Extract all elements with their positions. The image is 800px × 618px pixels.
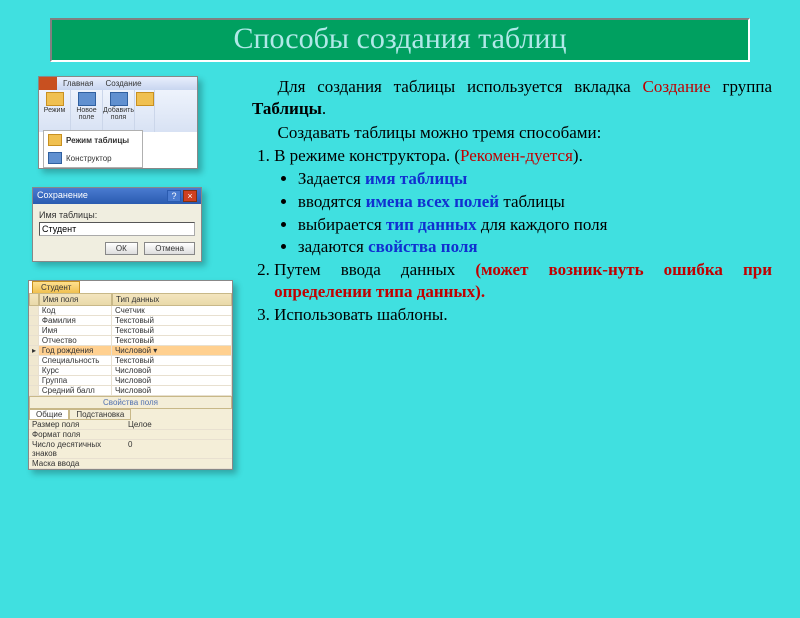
- table-tab: Студент: [32, 281, 80, 293]
- prop-decimals-value: 0: [125, 440, 232, 458]
- col-datatype: Тип данных: [112, 293, 232, 306]
- field-row: ГруппаЧисловой: [29, 376, 232, 386]
- slide-title: Способы создания таблиц: [50, 18, 750, 62]
- method-1: В режиме конструктора. (Рекомен-дуется).…: [274, 145, 772, 258]
- prop-format-label: Формат поля: [29, 430, 125, 439]
- illustrations-column: Главная Создание Режим Новое поле Добави…: [28, 76, 238, 488]
- m1-sub3: выбирается тип данных для каждого поля: [298, 214, 772, 236]
- dialog-title: Сохранение: [37, 190, 167, 202]
- col-fieldname: Имя поля: [39, 293, 112, 306]
- field-row: Средний баллЧисловой: [29, 386, 232, 396]
- props-tab-general: Общие: [29, 409, 69, 420]
- props-tab-lookup: Подстановка: [69, 409, 131, 420]
- methods-list: В режиме конструктора. (Рекомен-дуется).…: [252, 145, 772, 325]
- menu-design-view: Конструктор: [44, 149, 142, 167]
- view-dropdown-menu: Режим таблицы Конструктор: [43, 130, 143, 168]
- intro-paragraph-1: Для создания таблицы используется вкладк…: [252, 76, 772, 120]
- field-row: КурсЧисловой: [29, 366, 232, 376]
- field-row: ИмяТекстовый: [29, 326, 232, 336]
- prop-decimals-label: Число десятичных знаков: [29, 440, 125, 458]
- text-body: Для создания таблицы используется вкладк…: [252, 76, 772, 488]
- field-row: СпециальностьТекстовый: [29, 356, 232, 366]
- prop-size-value: Целое: [125, 420, 232, 429]
- table-name-input: [39, 222, 195, 236]
- field-row: КодСчетчик: [29, 306, 232, 316]
- table-name-label: Имя таблицы:: [39, 210, 195, 220]
- field-properties-title: Свойства поля: [29, 396, 232, 409]
- prop-size-label: Размер поля: [29, 420, 125, 429]
- ok-button: ОК: [105, 242, 138, 255]
- ribbon-tab-home: Главная: [57, 77, 99, 90]
- ribbon-btn-newfield: Новое поле: [71, 90, 103, 132]
- m1-sub4: задаются свойства поля: [298, 236, 772, 258]
- slide-content: Главная Создание Режим Новое поле Добави…: [0, 62, 800, 488]
- method-3: Использовать шаблоны.: [274, 304, 772, 326]
- cancel-button: Отмена: [144, 242, 195, 255]
- field-row: ▸Год рожденияЧисловой ▾: [29, 346, 232, 356]
- ribbon-btn-view: Режим: [39, 90, 71, 132]
- intro-paragraph-2: Создавать таблицы можно тремя способами:: [252, 122, 772, 144]
- close-icon: ×: [183, 190, 197, 202]
- ribbon-tab-create: Создание: [99, 77, 147, 90]
- ribbon-btn-more: [135, 90, 155, 132]
- prop-mask-label: Маска ввода: [29, 459, 125, 468]
- m1-sub1: Задается имя таблицы: [298, 168, 772, 190]
- design-grid-screenshot: Студент Имя поля Тип данных КодСчетчикФа…: [28, 280, 233, 470]
- menu-datasheet-view: Режим таблицы: [44, 131, 142, 149]
- ribbon-btn-addfields: Добавить поля: [103, 90, 135, 132]
- method-2: Путем ввода данных (может возник-нуть ош…: [274, 259, 772, 303]
- field-row: ФамилияТекстовый: [29, 316, 232, 326]
- m1-sub2: вводятся имена всех полей таблицы: [298, 191, 772, 213]
- help-icon: ?: [167, 190, 181, 202]
- save-dialog-screenshot: Сохранение ? × Имя таблицы: ОК Отмена: [32, 187, 202, 262]
- field-row: ОтчествоТекстовый: [29, 336, 232, 346]
- ribbon-screenshot: Главная Создание Режим Новое поле Добави…: [38, 76, 198, 169]
